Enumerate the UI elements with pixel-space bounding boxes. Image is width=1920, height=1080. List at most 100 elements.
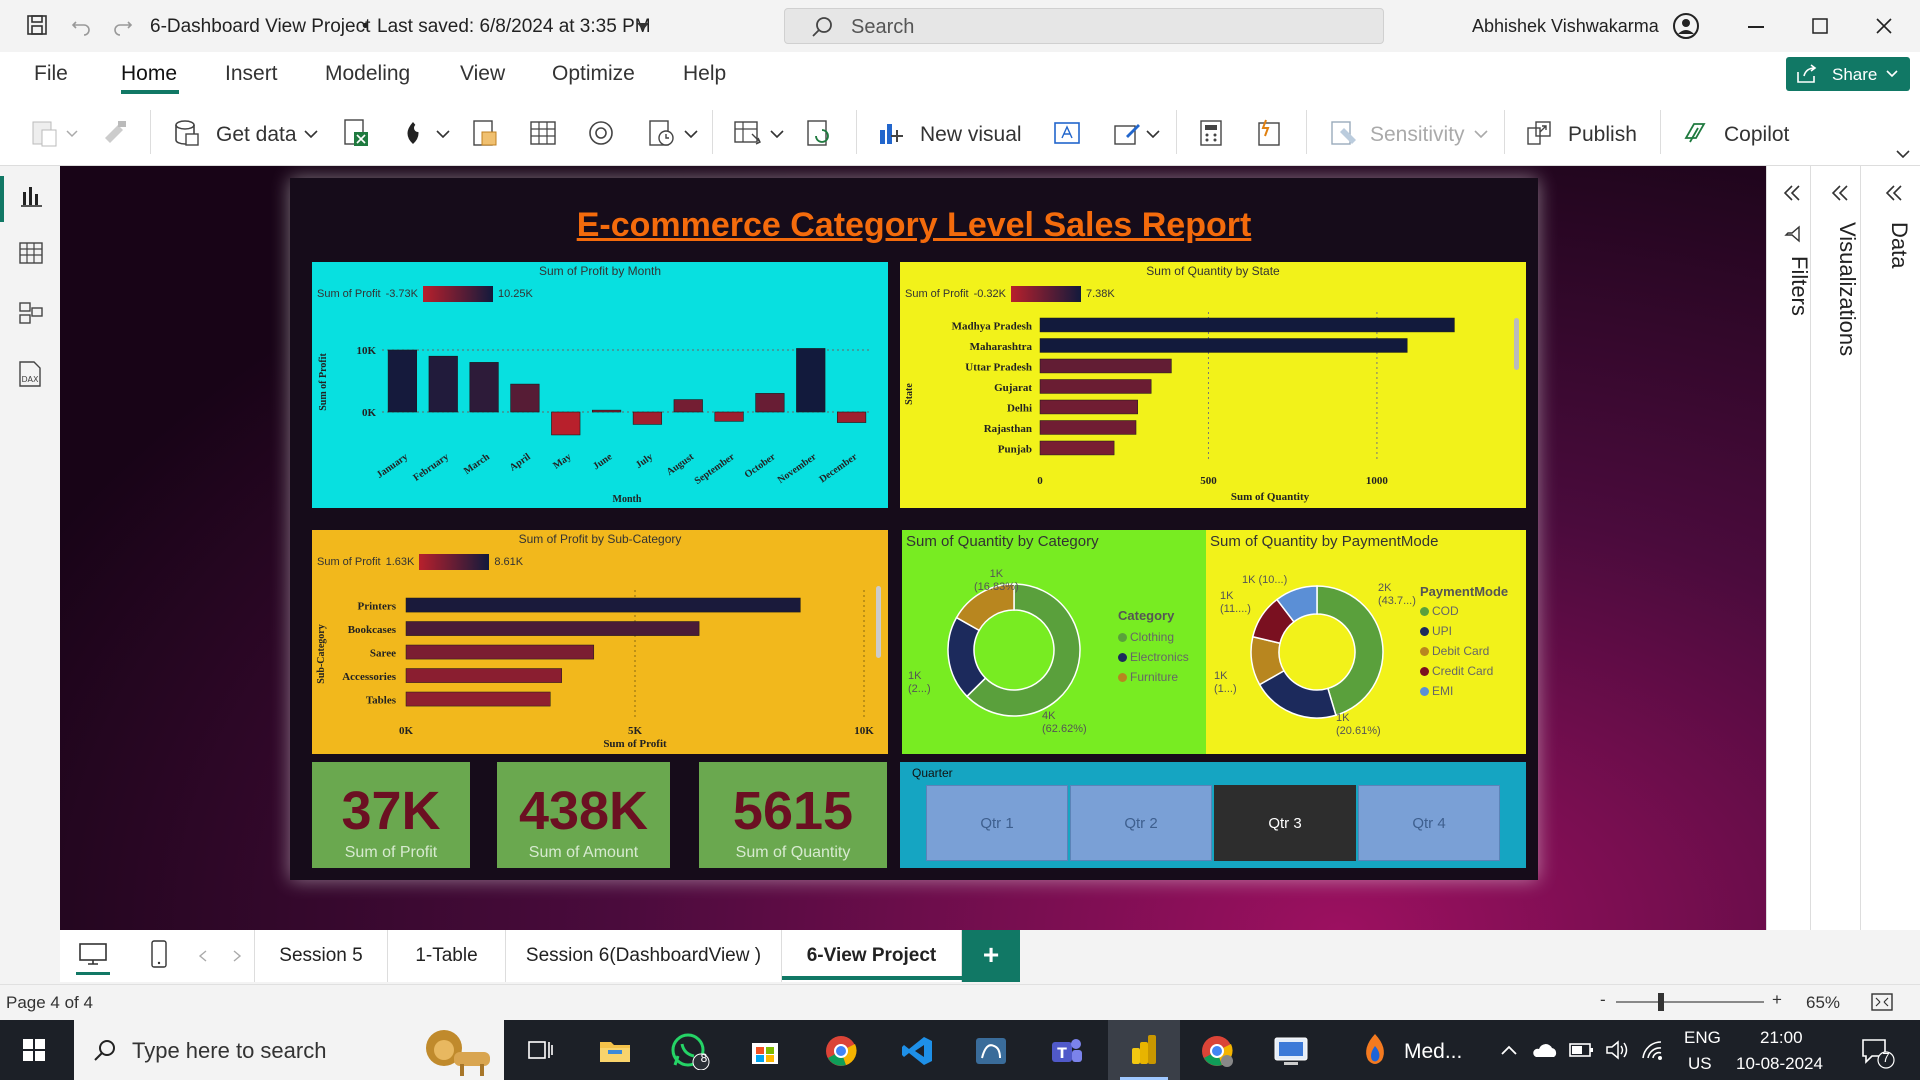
vscode-icon[interactable]	[900, 1034, 934, 1068]
menu-modeling[interactable]: Modeling	[325, 62, 410, 86]
legend-item[interactable]: EMI	[1420, 681, 1508, 701]
slicer-option-qtr2[interactable]: Qtr 2	[1070, 785, 1212, 861]
file-explorer-icon[interactable]	[598, 1036, 632, 1064]
expand-filters-icon[interactable]	[1782, 184, 1802, 202]
minimize-icon[interactable]	[1748, 26, 1764, 28]
zoom-in-button[interactable]: +	[1772, 990, 1782, 1010]
expand-visualizations-icon[interactable]	[1830, 184, 1850, 202]
model-view-icon[interactable]	[18, 300, 44, 326]
page-tab[interactable]: Session 5	[254, 930, 388, 982]
page-tab-active[interactable]: 6-View Project	[782, 930, 962, 982]
clock-time[interactable]: 21:00	[1760, 1028, 1803, 1048]
account-icon[interactable]	[1672, 12, 1700, 40]
dataverse-icon[interactable]	[586, 118, 616, 148]
table-view-icon[interactable]	[18, 240, 44, 266]
quantity-by-state-chart[interactable]: Sum of Quantity by State Sum of Profit -…	[900, 262, 1526, 508]
dataflow-icon[interactable]	[470, 118, 500, 148]
transform-data-icon[interactable]	[732, 118, 762, 148]
new-visual-label[interactable]: New visual	[920, 123, 1022, 147]
add-page-button[interactable]: +	[962, 930, 1020, 982]
page-tab[interactable]: Session 6(DashboardView )	[506, 930, 782, 982]
teams-icon[interactable]: T	[1048, 1034, 1084, 1068]
save-icon[interactable]	[26, 14, 48, 36]
task-view-icon[interactable]	[526, 1036, 554, 1064]
menu-file[interactable]: File	[34, 62, 68, 86]
chevron-down-icon[interactable]	[636, 22, 650, 32]
legend-item[interactable]: Debit Card	[1420, 641, 1508, 661]
legend-item[interactable]: UPI	[1420, 621, 1508, 641]
region-indicator[interactable]: US	[1688, 1054, 1712, 1074]
legend-item[interactable]: Furniture	[1118, 667, 1189, 687]
profit-by-month-chart[interactable]: Sum of Profit by Month Sum of Profit -3.…	[312, 262, 888, 508]
visualizations-pane-label[interactable]: Visualizations	[1816, 222, 1860, 356]
refresh-icon[interactable]	[804, 118, 834, 148]
dax-query-icon[interactable]: DAX	[16, 360, 46, 388]
chrome-profile-icon[interactable]	[1200, 1034, 1234, 1068]
more-visuals-icon[interactable]	[1112, 118, 1142, 148]
menu-help[interactable]: Help	[683, 62, 726, 86]
search-box[interactable]: Search	[784, 8, 1384, 44]
chevron-down-icon[interactable]	[1474, 130, 1488, 138]
new-measure-icon[interactable]	[1196, 118, 1226, 148]
copilot-label[interactable]: Copilot	[1724, 123, 1789, 147]
legend-item[interactable]: Electronics	[1118, 647, 1189, 667]
maximize-icon[interactable]	[1812, 18, 1828, 34]
new-visual-icon[interactable]	[876, 118, 906, 148]
data-pane-label[interactable]: Data	[1868, 222, 1912, 268]
enter-data-icon[interactable]	[528, 118, 558, 148]
format-painter-icon[interactable]	[100, 118, 130, 148]
page-tab[interactable]: 1-Table	[388, 930, 506, 982]
recent-sources-icon[interactable]	[646, 118, 676, 148]
publish-icon[interactable]	[1524, 118, 1554, 148]
wifi-icon[interactable]	[1640, 1038, 1666, 1062]
microsoft-store-icon[interactable]	[750, 1036, 780, 1066]
chevron-down-icon[interactable]	[1146, 130, 1160, 138]
onelake-icon[interactable]	[398, 118, 428, 148]
media-app-icon[interactable]	[1360, 1032, 1390, 1068]
share-button[interactable]: Share	[1786, 57, 1910, 91]
chevron-down-icon[interactable]	[770, 130, 784, 138]
close-icon[interactable]	[1876, 18, 1892, 34]
legend-item[interactable]: Credit Card	[1420, 661, 1508, 681]
zoom-slider-thumb[interactable]	[1658, 993, 1664, 1011]
sensitivity-label[interactable]: Sensitivity	[1370, 123, 1465, 147]
menu-optimize[interactable]: Optimize	[552, 62, 635, 86]
mobile-layout-icon[interactable]	[150, 940, 168, 968]
get-data-label[interactable]: Get data	[216, 123, 297, 147]
menu-insert[interactable]: Insert	[225, 62, 278, 86]
chevron-down-icon[interactable]	[1896, 150, 1910, 158]
zoom-out-button[interactable]: -	[1600, 990, 1606, 1010]
taskbar-search-box[interactable]: Type here to search	[74, 1020, 504, 1080]
zoom-slider-track[interactable]	[1616, 1001, 1764, 1003]
undo-icon[interactable]	[70, 14, 92, 36]
quantity-by-paymentmode-chart[interactable]: Sum of Quantity by PaymentMode 1K (10...…	[1206, 530, 1526, 754]
filters-pane-label[interactable]: Filters	[1768, 256, 1812, 316]
language-indicator[interactable]: ENG	[1684, 1028, 1721, 1048]
slicer-option-qtr3-selected[interactable]: Qtr 3	[1214, 785, 1356, 861]
report-view-icon[interactable]	[18, 182, 44, 208]
database-icon[interactable]	[172, 118, 202, 148]
remote-desktop-icon[interactable]	[1272, 1034, 1310, 1068]
menu-view[interactable]: View	[460, 62, 505, 86]
onedrive-icon[interactable]	[1530, 1040, 1558, 1060]
battery-icon[interactable]	[1568, 1040, 1594, 1060]
chevron-down-icon[interactable]	[304, 130, 318, 138]
chevron-down-icon[interactable]	[684, 130, 698, 138]
legend-item[interactable]: Clothing	[1118, 627, 1189, 647]
media-app-label[interactable]: Med...	[1404, 1040, 1462, 1064]
quick-measure-icon[interactable]	[1254, 118, 1284, 148]
menu-home[interactable]: Home	[121, 62, 177, 86]
expand-data-icon[interactable]	[1884, 184, 1904, 202]
sensitivity-icon[interactable]	[1328, 118, 1358, 148]
slicer-option-qtr4[interactable]: Qtr 4	[1358, 785, 1500, 861]
copilot-icon[interactable]	[1680, 118, 1710, 148]
publish-label[interactable]: Publish	[1568, 123, 1637, 147]
scrollbar[interactable]	[876, 586, 881, 658]
scrollbar[interactable]	[1514, 318, 1519, 370]
chevron-down-icon[interactable]	[66, 130, 78, 138]
legend-item[interactable]: COD	[1420, 601, 1508, 621]
slicer-option-qtr1[interactable]: Qtr 1	[926, 785, 1068, 861]
redo-icon[interactable]	[112, 14, 134, 36]
chevron-down-icon[interactable]	[436, 130, 450, 138]
windows-start-icon[interactable]	[22, 1038, 46, 1062]
